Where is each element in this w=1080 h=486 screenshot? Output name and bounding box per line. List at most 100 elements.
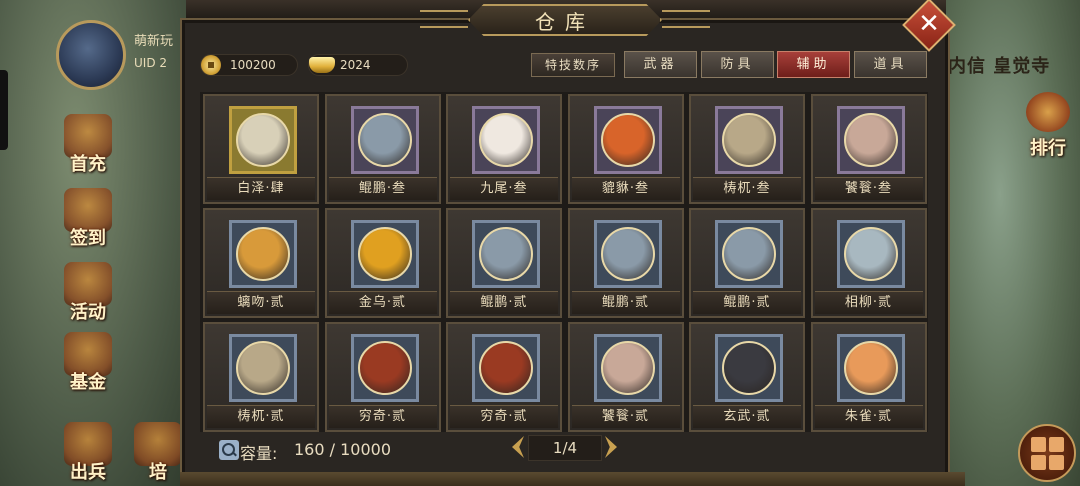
capacity-label: 容量: [240, 444, 278, 463]
item-cell[interactable]: 鲲鹏·贰 [689, 208, 805, 318]
item-name: 穷奇·贰 [328, 405, 437, 428]
gold-amount: 2024 [340, 58, 371, 72]
item-name: 穷奇·贰 [450, 405, 558, 428]
beast-portrait-icon [843, 113, 898, 167]
item-name: 朱雀·贰 [814, 405, 923, 428]
item-frame [593, 106, 662, 174]
item-cell[interactable]: 饕餮·贰 [567, 322, 684, 432]
item-name: 玄武·贰 [693, 405, 801, 428]
item-frame [715, 334, 783, 402]
item-frame [472, 106, 540, 174]
item-frame [350, 106, 419, 174]
item-frame [836, 334, 905, 402]
item-cell[interactable]: 梼杌·贰 [203, 322, 319, 432]
copper-currency: 100200 [200, 54, 298, 76]
item-frame [472, 220, 540, 288]
item-name: 螭吻·贰 [207, 291, 315, 314]
main-menu-button[interactable] [1018, 424, 1076, 482]
item-cell[interactable]: 貔貅·叁 [567, 94, 684, 204]
dispatch-troops-label: 出兵 [70, 462, 106, 483]
item-frame [593, 334, 662, 402]
first-recharge-button[interactable]: 首充 [56, 112, 120, 176]
menu-grid-icon [1031, 437, 1046, 452]
item-cell[interactable]: 螭吻·贰 [203, 208, 319, 318]
item-name: 相柳·贰 [814, 291, 923, 314]
item-name: 饕餮·贰 [571, 405, 680, 428]
activity-label: 活动 [70, 302, 106, 323]
item-cell[interactable]: 穷奇·贰 [446, 322, 562, 432]
gold-ingot-icon [309, 57, 335, 73]
item-cell[interactable]: 九尾·叁 [446, 94, 562, 204]
background-location-text: 内信 皇觉寺 [948, 56, 1051, 77]
item-cell[interactable]: 饕餮·叁 [810, 94, 927, 204]
tab-auxiliary[interactable]: 辅助 [777, 51, 850, 78]
gold-currency: 2024 [308, 54, 408, 76]
close-icon[interactable]: ✕ [910, 6, 948, 44]
first-recharge-label: 首充 [70, 154, 106, 175]
item-name: 鲲鹏·贰 [450, 291, 558, 314]
beast-portrait-icon [236, 341, 290, 395]
item-cell[interactable]: 穷奇·贰 [324, 322, 441, 432]
item-frame [715, 220, 783, 288]
item-cell[interactable]: 白泽·肆 [203, 94, 319, 204]
ranking-label: 排行 [1030, 138, 1066, 159]
beast-portrait-icon [600, 341, 655, 395]
dispatch-troops-button[interactable]: 出兵 [56, 420, 120, 484]
beast-portrait-icon [843, 341, 898, 395]
menu-grid-icon-part [1049, 455, 1064, 470]
player-avatar[interactable] [56, 20, 126, 90]
item-name: 梼杌·贰 [207, 405, 315, 428]
sign-in-button[interactable]: 签到 [56, 186, 120, 250]
tab-props[interactable]: 道具 [854, 51, 927, 78]
beast-portrait-icon [722, 113, 776, 167]
ranking-button[interactable]: 排行 [1016, 92, 1080, 159]
copper-amount: 100200 [230, 58, 276, 72]
item-cell[interactable]: 鲲鹏·叁 [324, 94, 441, 204]
beast-portrait-icon [236, 113, 290, 167]
item-cell[interactable]: 鲲鹏·贰 [567, 208, 684, 318]
menu-grid-icon-part [1031, 455, 1046, 470]
item-name: 九尾·叁 [450, 177, 558, 200]
item-frame [229, 220, 297, 288]
item-name: 鲲鹏·贰 [693, 291, 801, 314]
item-cell[interactable]: 金乌·贰 [324, 208, 441, 318]
item-frame [229, 334, 297, 402]
item-name: 白泽·肆 [207, 177, 315, 200]
activity-button[interactable]: 活动 [56, 260, 120, 324]
item-frame [350, 334, 419, 402]
fund-label: 基金 [70, 372, 106, 393]
item-frame [715, 106, 783, 174]
capacity-value: 160 / 10000 [294, 440, 391, 459]
beast-portrait-icon [357, 227, 412, 281]
item-cell[interactable]: 梼杌·叁 [689, 94, 805, 204]
beast-portrait-icon [357, 113, 412, 167]
player-uid: UID 2 [134, 56, 168, 70]
title-ornament-right [662, 10, 710, 28]
menu-grid-icon-part [1049, 437, 1064, 452]
beast-portrait-icon [479, 341, 533, 395]
item-cell[interactable]: 相柳·贰 [810, 208, 927, 318]
item-cell[interactable]: 朱雀·贰 [810, 322, 927, 432]
ranking-icon [1026, 92, 1070, 132]
tab-armor[interactable]: 防具 [701, 51, 774, 78]
item-name: 饕餮·叁 [814, 177, 923, 200]
item-frame [836, 106, 905, 174]
item-cell[interactable]: 玄武·贰 [689, 322, 805, 432]
panel-title: 仓库 [535, 10, 595, 34]
sort-by-skill-button[interactable]: 特技数序 [531, 53, 615, 77]
fund-button[interactable]: 基金 [56, 330, 120, 394]
search-icon[interactable] [219, 440, 239, 460]
item-name: 金乌·贰 [328, 291, 437, 314]
tab-weapon[interactable]: 武器 [624, 51, 697, 78]
title-ornament-left [420, 10, 468, 28]
player-name: 萌新玩 [134, 34, 174, 49]
device-notch [0, 70, 8, 150]
beast-portrait-icon [479, 113, 533, 167]
item-frame [229, 106, 297, 174]
panel-bottom-bar [180, 472, 965, 486]
item-cell[interactable]: 鲲鹏·贰 [446, 208, 562, 318]
beast-portrait-icon [236, 227, 290, 281]
sign-in-label: 签到 [70, 228, 106, 249]
copper-coin-icon [201, 55, 221, 75]
item-name: 貔貅·叁 [571, 177, 680, 200]
